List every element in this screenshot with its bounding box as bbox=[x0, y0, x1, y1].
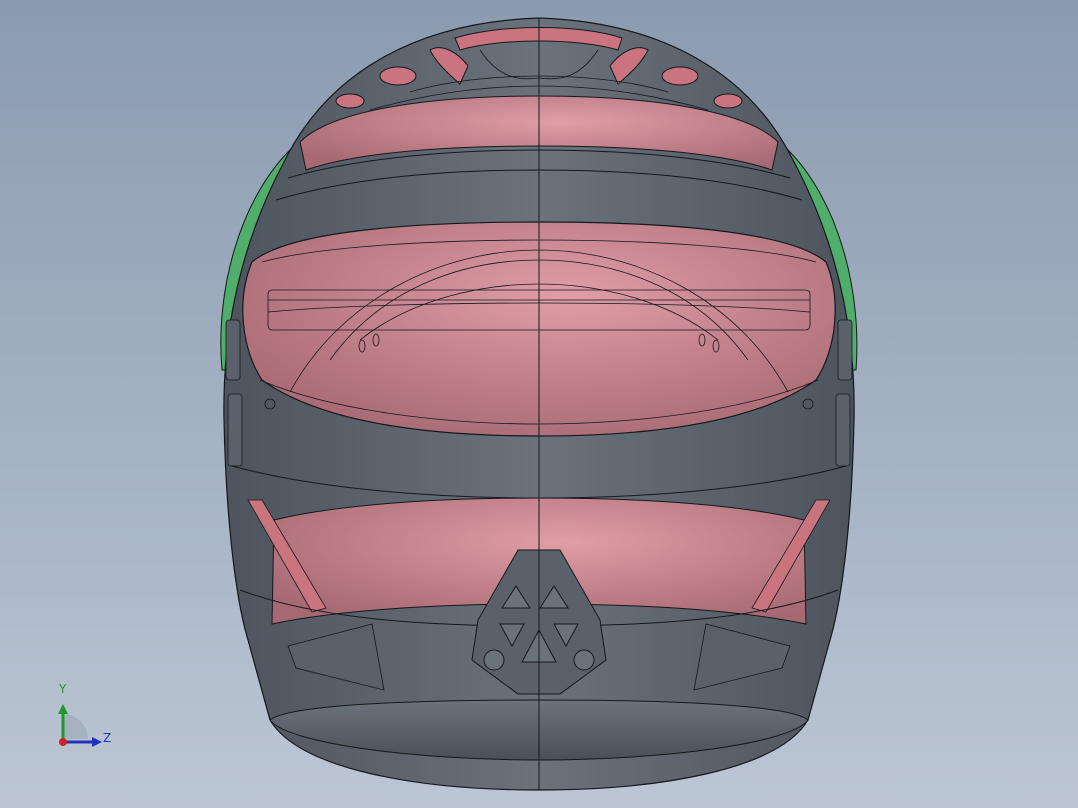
graphics-viewport[interactable]: Y Z bbox=[0, 0, 1078, 808]
y-axis-label: Y bbox=[59, 682, 67, 696]
orientation-triad: Y Z bbox=[48, 682, 128, 754]
z-axis-label: Z bbox=[103, 731, 112, 745]
helmet-model[interactable] bbox=[0, 0, 1078, 808]
